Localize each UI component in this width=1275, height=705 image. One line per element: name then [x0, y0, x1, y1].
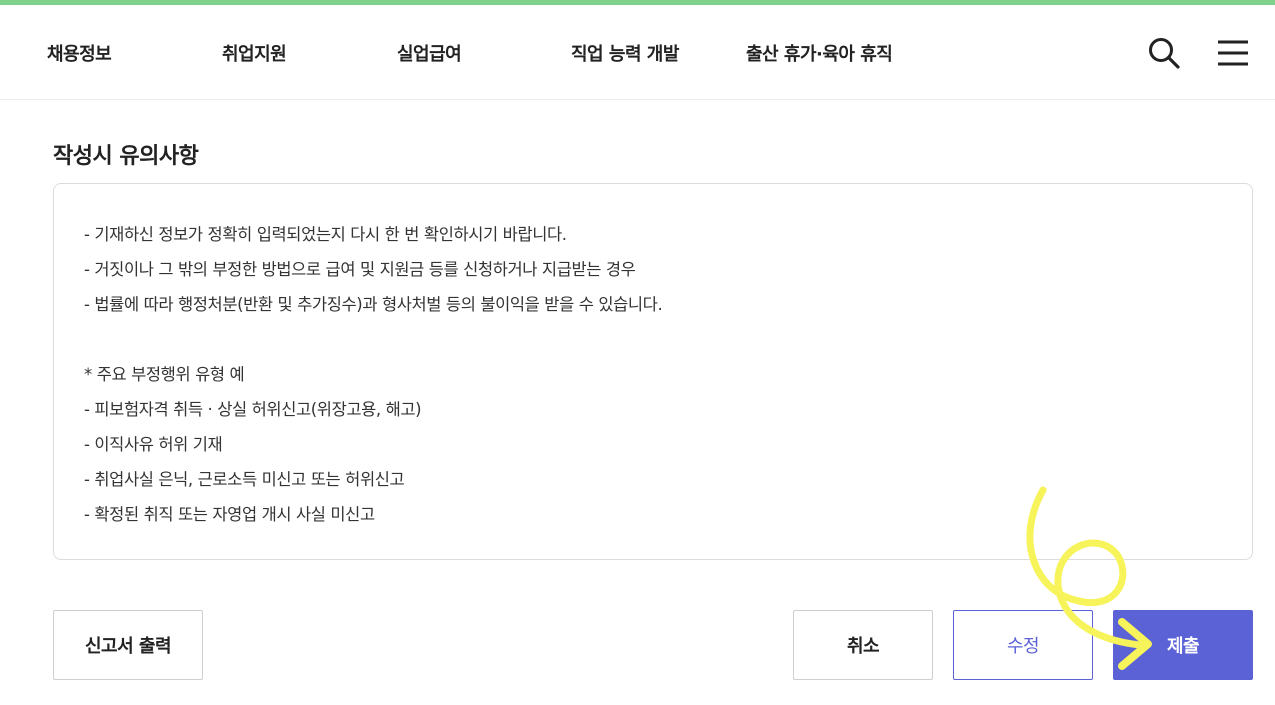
cancel-button[interactable]: 취소 — [793, 610, 933, 680]
notice-line: - 취업사실 은닉, 근로소득 미신고 또는 허위신고 — [84, 470, 405, 489]
notice-line: - 거짓이나 그 밖의 부정한 방법으로 급여 및 지원금 등를 신청하거나 지… — [84, 260, 636, 279]
search-icon[interactable] — [1146, 35, 1182, 71]
nav-item-unemployment-benefit[interactable]: 실업급여 — [397, 40, 462, 66]
submit-button[interactable]: 제출 — [1113, 610, 1253, 680]
notice-line: - 확정된 취직 또는 자영업 개시 사실 미신고 — [84, 505, 375, 524]
section-title: 작성시 유의사항 — [53, 144, 199, 169]
notice-line: - 법률에 따라 행정처분(반환 및 추가징수)과 형사처벌 등의 불이익을 받… — [84, 295, 663, 314]
notice-subheading: * 주요 부정행위 유형 예 — [84, 365, 245, 384]
hamburger-menu-icon[interactable] — [1215, 35, 1251, 71]
print-report-button[interactable]: 신고서 출력 — [53, 610, 203, 680]
notice-line: - 기재하신 정보가 정확히 입력되었는지 다시 한 번 확인하시기 바랍니다. — [84, 225, 567, 244]
header: 채용정보 취업지원 실업급여 직업 능력 개발 출산 휴가·육아 휴직 — [0, 5, 1275, 100]
notice-line: - 피보험자격 취득 · 상실 허위신고(위장고용, 해고) — [84, 400, 422, 419]
edit-button[interactable]: 수정 — [953, 610, 1093, 680]
notice-line: - 이직사유 허위 기재 — [84, 435, 223, 454]
nav-item-jobs[interactable]: 채용정보 — [47, 40, 112, 66]
notice-box: - 기재하신 정보가 정확히 입력되었는지 다시 한 번 확인하시기 바랍니다.… — [53, 183, 1253, 560]
nav-item-employment-support[interactable]: 취업지원 — [222, 40, 287, 66]
nav-item-job-skills[interactable]: 직업 능력 개발 — [571, 40, 679, 66]
nav-item-parental-leave[interactable]: 출산 휴가·육아 휴직 — [746, 40, 893, 66]
